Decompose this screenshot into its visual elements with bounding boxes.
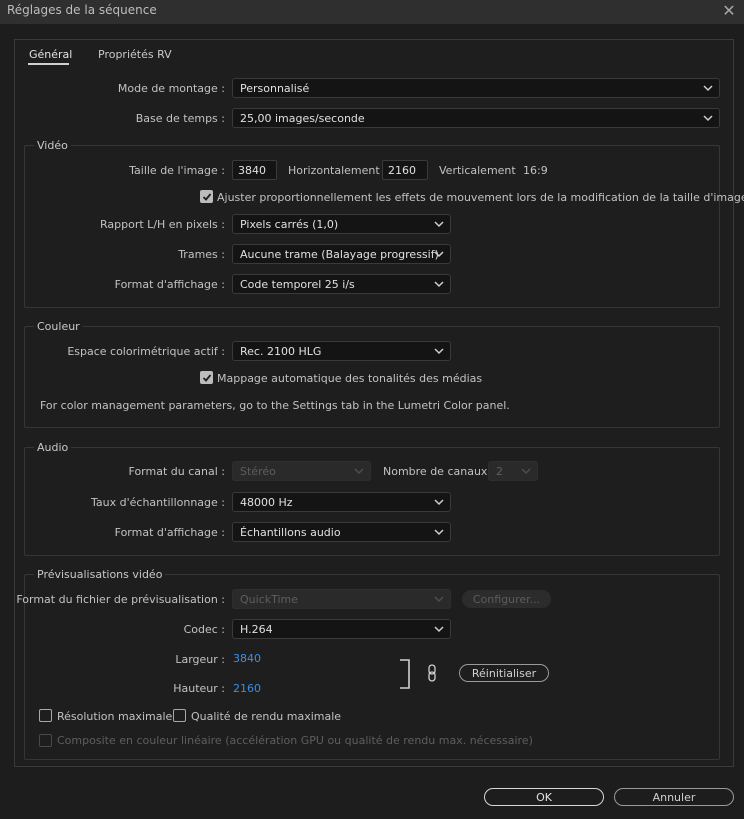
chevron-down-icon xyxy=(703,115,713,122)
chevron-down-icon xyxy=(434,251,444,258)
working-color-space-label: Espace colorimétrique actif : xyxy=(67,345,225,358)
codec-value: H.264 xyxy=(240,623,273,636)
timebase-label: Base de temps : xyxy=(135,112,225,125)
chevron-down-icon xyxy=(434,499,444,506)
chevron-down-icon xyxy=(703,85,713,92)
max-render-quality-label: Qualité de rendu maximale xyxy=(191,710,342,723)
close-icon[interactable]: ✕ xyxy=(720,1,738,21)
chevron-down-icon xyxy=(434,596,444,603)
cancel-button[interactable]: Annuler xyxy=(614,788,734,806)
editing-mode-dropdown[interactable]: Personnalisé xyxy=(232,78,720,98)
active-tab-indicator xyxy=(28,63,69,65)
auto-tone-map-checkbox[interactable] xyxy=(200,371,213,384)
vertical-label: Verticalement xyxy=(439,164,516,177)
ok-button[interactable]: OK xyxy=(484,788,604,806)
tab-general[interactable]: Général xyxy=(29,48,72,61)
codec-label: Codec : xyxy=(183,623,225,636)
pixel-aspect-label: Rapport L/H en pixels : xyxy=(100,218,225,231)
chevron-down-icon xyxy=(354,468,364,475)
preview-width-value[interactable]: 3840 xyxy=(233,652,261,665)
audio-section-title: Audio xyxy=(34,441,72,454)
chevron-down-icon xyxy=(434,348,444,355)
preview-width-label: Largeur : xyxy=(175,653,225,666)
sample-rate-dropdown[interactable]: 48000 Hz xyxy=(232,492,451,512)
configure-button[interactable]: Configurer... xyxy=(462,590,551,608)
preview-height-label: Hauteur : xyxy=(173,682,225,695)
scale-motion-checkbox[interactable] xyxy=(200,190,213,203)
reset-button[interactable]: Réinitialiser xyxy=(459,664,549,682)
sample-rate-value: 48000 Hz xyxy=(240,496,293,509)
color-section-title: Couleur xyxy=(34,320,83,333)
preview-height-value[interactable]: 2160 xyxy=(233,682,261,695)
frame-size-label: Taille de l'image : xyxy=(129,164,225,177)
channel-format-dropdown[interactable]: Stéréo xyxy=(232,461,371,481)
preview-file-format-value: QuickTime xyxy=(240,593,299,606)
editing-mode-label: Mode de montage : xyxy=(117,82,225,95)
fields-value: Aucune trame (Balayage progressif) xyxy=(240,248,439,261)
num-channels-label: Nombre de canaux : xyxy=(383,465,495,478)
max-bit-depth-checkbox[interactable] xyxy=(39,709,52,722)
video-display-format-label: Format d'affichage : xyxy=(114,278,225,291)
fields-label: Trames : xyxy=(178,248,225,261)
working-color-space-dropdown[interactable]: Rec. 2100 HLG xyxy=(232,341,451,361)
chevron-down-icon xyxy=(434,626,444,633)
frame-width-input[interactable]: 3840 xyxy=(232,160,277,180)
linear-composite-checkbox[interactable] xyxy=(39,734,52,747)
title-bar: Réglages de la séquence ✕ xyxy=(0,0,744,24)
video-display-format-value: Code temporel 25 i/s xyxy=(240,278,355,291)
link-bracket-icon xyxy=(400,659,410,689)
chevron-down-icon xyxy=(434,221,444,228)
scale-motion-label: Ajuster proportionnellement les effets d… xyxy=(217,191,744,204)
num-channels-dropdown[interactable]: 2 xyxy=(488,461,538,481)
tab-vr-properties[interactable]: Propriétés RV xyxy=(98,48,172,61)
horizontal-label: Horizontalement xyxy=(288,164,380,177)
video-previews-section-title: Prévisualisations vidéo xyxy=(34,568,166,581)
chevron-down-icon xyxy=(521,468,531,475)
max-render-quality-checkbox[interactable] xyxy=(173,709,186,722)
fields-dropdown[interactable]: Aucune trame (Balayage progressif) xyxy=(232,244,451,264)
color-management-note: For color management parameters, go to t… xyxy=(40,399,510,412)
checkmark-icon xyxy=(202,193,212,201)
timebase-dropdown[interactable]: 25,00 images/seconde xyxy=(232,108,720,128)
chevron-down-icon xyxy=(434,529,444,536)
link-chain-icon[interactable] xyxy=(427,664,437,682)
timebase-value: 25,00 images/seconde xyxy=(240,112,365,125)
pixel-aspect-dropdown[interactable]: Pixels carrés (1,0) xyxy=(232,214,451,234)
channel-format-value: Stéréo xyxy=(240,465,276,478)
channel-format-label: Format du canal : xyxy=(128,465,225,478)
aspect-ratio-text: 16:9 xyxy=(523,164,548,177)
preview-file-format-label: Format du fichier de prévisualisation : xyxy=(16,593,225,606)
audio-display-format-dropdown[interactable]: Échantillons audio xyxy=(232,522,451,542)
preview-file-format-dropdown[interactable]: QuickTime xyxy=(232,589,451,609)
codec-dropdown[interactable]: H.264 xyxy=(232,619,451,639)
linear-composite-label: Composite en couleur linéaire (accélérat… xyxy=(57,734,533,747)
editing-mode-value: Personnalisé xyxy=(240,82,310,95)
window-title: Réglages de la séquence xyxy=(7,3,157,17)
num-channels-value: 2 xyxy=(496,465,503,478)
max-bit-depth-label: Résolution maximale xyxy=(57,710,173,723)
video-section-title: Vidéo xyxy=(34,139,71,152)
working-color-space-value: Rec. 2100 HLG xyxy=(240,345,322,358)
checkmark-icon xyxy=(202,374,212,382)
auto-tone-map-label: Mappage automatique des tonalités des mé… xyxy=(217,372,483,385)
frame-height-input[interactable]: 2160 xyxy=(382,160,428,180)
audio-display-format-value: Échantillons audio xyxy=(240,526,341,539)
chevron-down-icon xyxy=(434,281,444,288)
audio-display-format-label: Format d'affichage : xyxy=(114,526,225,539)
pixel-aspect-value: Pixels carrés (1,0) xyxy=(240,218,339,231)
video-display-format-dropdown[interactable]: Code temporel 25 i/s xyxy=(232,274,451,294)
sample-rate-label: Taux d'échantillonnage : xyxy=(91,496,225,509)
